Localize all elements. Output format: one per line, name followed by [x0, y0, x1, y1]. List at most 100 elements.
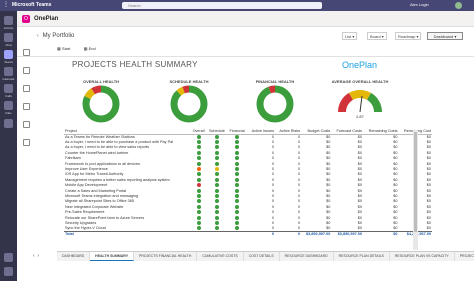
rail-label-calls: Calls — [5, 94, 12, 98]
status-dot-icon — [196, 167, 201, 172]
board-view-dropdown[interactable]: Board ▾ — [367, 32, 387, 40]
status-dot-icon — [235, 215, 240, 220]
tab-resource-plan-vs-capacity[interactable]: RESOURCE PLAN VS CAPACITY — [390, 252, 455, 261]
status-dot-icon — [196, 177, 201, 182]
status-dot-icon — [235, 150, 240, 155]
status-dot-icon — [235, 199, 240, 204]
apps-icon[interactable] — [4, 253, 13, 262]
oneplan-logo-icon: O — [22, 15, 30, 23]
status-dot-icon — [235, 220, 240, 225]
calendar-icon[interactable]: ▦ — [57, 46, 61, 51]
total-cell: 0 — [246, 230, 275, 237]
chart-icon[interactable] — [23, 85, 30, 92]
report-title: PROJECTS HEALTH SUMMARY — [72, 60, 198, 69]
status-dot-icon — [196, 145, 201, 150]
status-dot-icon — [196, 193, 201, 198]
more-apps-icon[interactable] — [4, 119, 13, 128]
people-icon[interactable] — [23, 103, 30, 110]
avatar[interactable] — [455, 2, 462, 9]
status-dot-icon — [214, 161, 219, 166]
dashboard-label: Dashboard — [433, 34, 454, 39]
table-total-row: Total 0 0 $3,850,997.00 $3,850,997.00 $0 $4,27… — [64, 230, 432, 237]
tab-project-risk[interactable]: PROJECT RISK — [455, 252, 474, 261]
donut-chart — [256, 85, 294, 123]
tab-nav: ‹ › — [33, 251, 55, 261]
filter-icon[interactable] — [23, 139, 30, 146]
status-dot-icon — [196, 204, 201, 209]
tab-dashboard[interactable]: DASHBOARD — [57, 252, 91, 261]
status-dot-icon — [214, 140, 219, 145]
search-input[interactable]: Search — [122, 2, 322, 9]
list-label: List — [345, 34, 352, 39]
dashboard-button[interactable]: Dashboard ▾ — [427, 32, 463, 40]
vertical-scrollbar[interactable] — [413, 130, 418, 250]
files-icon[interactable] — [4, 101, 13, 110]
activity-icon[interactable] — [4, 16, 13, 25]
status-dot-icon — [235, 145, 240, 150]
status-dot-icon — [196, 183, 201, 188]
average-value: 2.87 — [356, 114, 364, 119]
status-dot-icon — [196, 140, 201, 145]
settings-icon[interactable] — [23, 121, 30, 128]
tab-projects-financial-health[interactable]: PROJECTS FINANCIAL HEALTH — [134, 252, 198, 261]
list-view-dropdown[interactable]: List ▾ — [342, 32, 358, 40]
rail-label-calendar: Calendar — [2, 77, 15, 81]
toolbar: ‹ My Portfolio ▦ Start ▦ End List ▾ Board… — [17, 27, 474, 57]
status-dot-icon — [214, 220, 219, 225]
app-launcher-icon[interactable]: ⋮ — [3, 2, 9, 8]
teams-rail: Activity Chat Teams Calendar Calls Files — [0, 11, 17, 281]
scroll-thumb[interactable] — [414, 132, 417, 232]
status-dot-icon — [196, 188, 201, 193]
status-dot-icon — [235, 183, 240, 188]
teams-icon[interactable] — [4, 50, 13, 59]
gauge-label: OVERALL HEALTH — [82, 79, 120, 84]
list-icon[interactable] — [23, 49, 30, 56]
calendar-icon[interactable] — [4, 67, 13, 76]
app-name: OnePlan — [34, 16, 59, 22]
tab-resource-plan-details[interactable]: RESOURCE PLAN DETAILS — [334, 252, 390, 261]
total-cell: $3,850,997.00 — [331, 230, 363, 237]
end-label: End — [88, 46, 96, 51]
status-dot-icon — [214, 183, 219, 188]
chevron-left-icon[interactable]: ‹ — [33, 253, 35, 259]
tab-cumulative-costs[interactable]: CUMULATIVE COSTS — [197, 252, 244, 261]
overall-health-donut: OVERALL HEALTH — [66, 79, 136, 134]
board-label: Board — [370, 34, 381, 39]
status-dot-icon — [235, 156, 240, 161]
gauge-label: AVERAGE OVERALL HEALTH — [331, 79, 389, 84]
portfolio-selector[interactable]: ‹ My Portfolio — [37, 33, 74, 39]
donut-segment — [256, 85, 294, 123]
grid-icon[interactable] — [23, 67, 30, 74]
tab-cost-details[interactable]: COST DETAILS — [244, 252, 280, 261]
tab-health-summary[interactable]: HEALTH SUMMARY — [90, 252, 135, 261]
date-range: ▦ Start ▦ End — [57, 46, 96, 51]
status-dot-icon — [235, 188, 240, 193]
start-label: Start — [61, 46, 71, 51]
calendar-icon[interactable]: ▦ — [84, 46, 88, 51]
health-table: Project Overall Schedule Financial Activ… — [64, 128, 432, 237]
status-dot-icon — [235, 204, 240, 209]
status-dot-icon — [235, 226, 240, 231]
portfolio-title: My Portfolio — [42, 33, 75, 39]
status-dot-icon — [214, 145, 219, 150]
status-dot-icon — [196, 156, 201, 161]
roadmap-label: Roadmap — [398, 34, 416, 39]
tab-resource-dashboard[interactable]: RESOURCE DASHBOARD — [280, 252, 334, 261]
app-header: O OnePlan — [17, 11, 474, 27]
status-dot-icon — [235, 161, 240, 166]
user-name: Alex Login — [410, 2, 429, 7]
schedule-health-donut: SCHEDULE HEALTH — [154, 79, 224, 134]
help-icon[interactable] — [4, 267, 13, 276]
chat-icon[interactable] — [4, 33, 13, 42]
status-dot-icon — [235, 172, 240, 177]
status-dot-icon — [214, 172, 219, 177]
report-tabs: DASHBOARD HEALTH SUMMARY PROJECTS FINANCIA… — [57, 251, 474, 261]
roadmap-view-dropdown[interactable]: Roadmap ▾ — [395, 32, 422, 40]
gauge-label: FINANCIAL HEALTH — [255, 79, 295, 84]
rail-label-chat: Chat — [5, 43, 12, 47]
oneplan-brand: OnePlan — [342, 60, 378, 70]
status-dot-icon — [214, 156, 219, 161]
average-health-gauge: AVERAGE OVERALL HEALTH 2.87 — [320, 79, 400, 134]
chevron-right-icon[interactable]: › — [37, 253, 39, 259]
calls-icon[interactable] — [4, 84, 13, 93]
